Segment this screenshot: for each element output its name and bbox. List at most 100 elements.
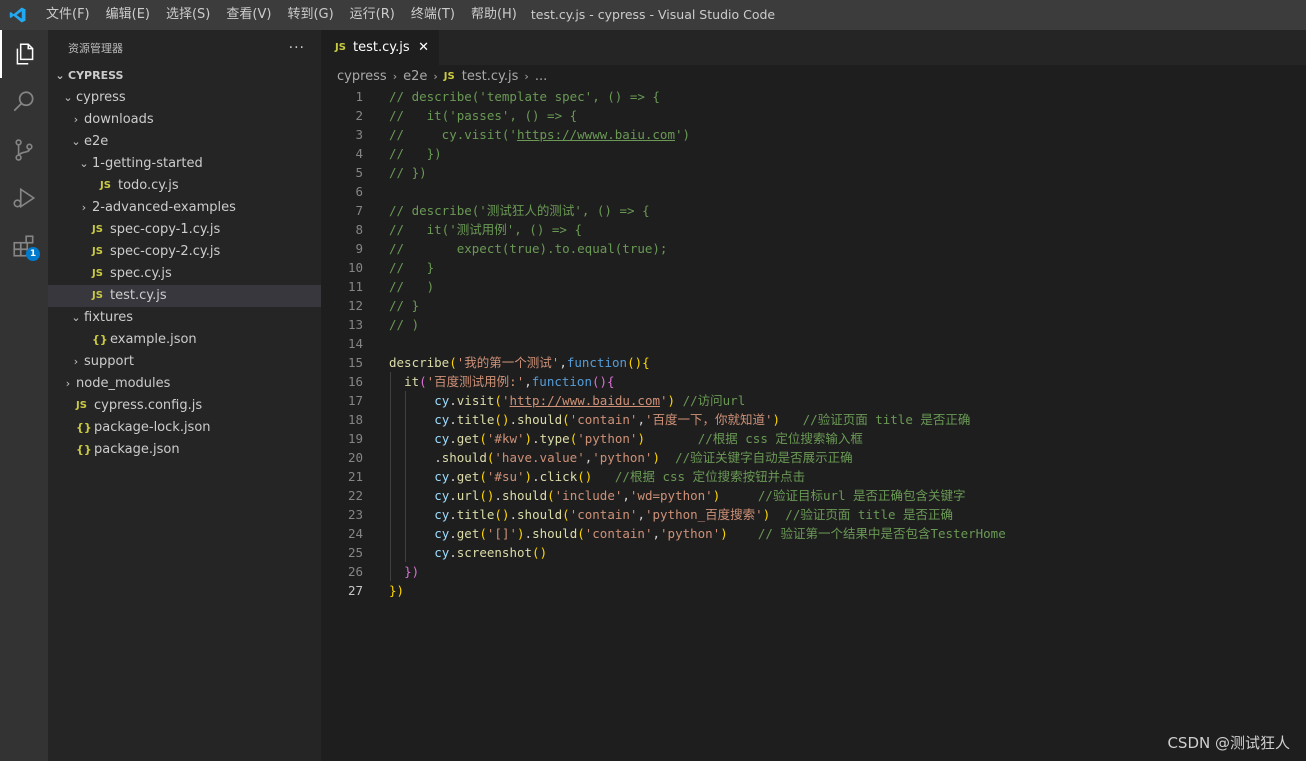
chevron-right-icon: › bbox=[73, 113, 79, 126]
code-line[interactable]: 25 cy.screenshot() bbox=[321, 543, 1306, 562]
tree-item-label: todo.cy.js bbox=[118, 178, 179, 193]
code-line[interactable]: 3 // cy.visit('https://wwww.baiu.com') bbox=[321, 125, 1306, 144]
chevron-right-icon: › bbox=[392, 69, 398, 83]
menu-terminal[interactable]: 终端(T) bbox=[403, 0, 463, 30]
code-line[interactable]: 8 // it('测试用例', () => { bbox=[321, 220, 1306, 239]
line-number: 14 bbox=[347, 336, 363, 351]
code-text: cy.get('#su').click() //根据 css 定位搜索按钮并点击 bbox=[434, 469, 806, 484]
tree-file[interactable]: JS spec.cy.js bbox=[48, 263, 321, 285]
js-file-icon: JS bbox=[92, 268, 103, 279]
code-line[interactable]: 27}) bbox=[321, 581, 1306, 600]
tree-item-label: spec.cy.js bbox=[110, 266, 172, 281]
tree-folder[interactable]: › 2-advanced-examples bbox=[48, 197, 321, 219]
code-text: describe('我的第一个测试',function(){ bbox=[389, 355, 650, 370]
chevron-down-icon: ⌄ bbox=[63, 91, 73, 104]
more-actions-icon[interactable]: ··· bbox=[289, 40, 305, 56]
explorer-title: 资源管理器 bbox=[68, 41, 123, 55]
breadcrumb-file[interactable]: test.cy.js bbox=[462, 69, 519, 84]
tree-item-label: 1-getting-started bbox=[92, 156, 203, 171]
code-line[interactable]: 19 cy.get('#kw').type('python') //根据 css… bbox=[321, 429, 1306, 448]
code-line[interactable]: 22 cy.url().should('include','wd=python'… bbox=[321, 486, 1306, 505]
tree-file[interactable]: JS spec-copy-2.cy.js bbox=[48, 241, 321, 263]
code-line[interactable]: 15 describe('我的第一个测试',function(){ bbox=[321, 353, 1306, 372]
code-editor[interactable]: 1 // describe('template spec', () => {2 //… bbox=[321, 87, 1306, 761]
menu-view[interactable]: 查看(V) bbox=[218, 0, 279, 30]
code-text: cy.get('[]').should('contain','python') … bbox=[434, 526, 1006, 541]
line-number: 20 bbox=[347, 450, 363, 465]
code-line[interactable]: 26 }) bbox=[321, 562, 1306, 581]
chevron-down-icon: ⌄ bbox=[55, 69, 65, 82]
code-text: // it('测试用例', () => { bbox=[389, 222, 582, 237]
tree-file[interactable]: JS todo.cy.js bbox=[48, 175, 321, 197]
code-line[interactable]: 24 cy.get('[]').should('contain','python… bbox=[321, 524, 1306, 543]
code-line[interactable]: 16 it('百度测试用例:',function(){ bbox=[321, 372, 1306, 391]
extensions-icon[interactable]: 1 bbox=[0, 222, 48, 270]
tree-item-label: package-lock.json bbox=[94, 420, 211, 435]
code-line[interactable]: 17 cy.visit('http://www.baidu.com') //访问… bbox=[321, 391, 1306, 410]
tree-folder[interactable]: ⌄ cypress bbox=[48, 87, 321, 109]
tab-test-cy-js[interactable]: JS test.cy.js ✕ bbox=[321, 30, 439, 65]
breadcrumb-symbol[interactable]: ... bbox=[535, 69, 547, 84]
tree-folder[interactable]: ⌄ 1-getting-started bbox=[48, 153, 321, 175]
breadcrumb-cypress[interactable]: cypress bbox=[337, 69, 387, 84]
code-line[interactable]: 21 cy.get('#su').click() //根据 css 定位搜索按钮… bbox=[321, 467, 1306, 486]
code-line[interactable]: 12 // } bbox=[321, 296, 1306, 315]
tree-folder[interactable]: › node_modules bbox=[48, 373, 321, 395]
code-line[interactable]: 18 cy.title().should('contain','百度一下，你就知… bbox=[321, 410, 1306, 429]
json-file-icon: {} bbox=[92, 333, 108, 346]
menu-bar: 文件(F) 编辑(E) 选择(S) 查看(V) 转到(G) 运行(R) 终端(T… bbox=[38, 0, 525, 30]
extensions-badge: 1 bbox=[26, 247, 40, 261]
code-line[interactable]: 13 // ) bbox=[321, 315, 1306, 334]
tree-folder[interactable]: › support bbox=[48, 351, 321, 373]
code-text: // expect(true).to.equal(true); bbox=[389, 241, 668, 256]
line-number: 13 bbox=[347, 317, 363, 332]
tree-folder[interactable]: ⌄ e2e bbox=[48, 131, 321, 153]
code-text: cy.url().should('include','wd=python') /… bbox=[434, 488, 966, 503]
code-line[interactable]: 11 // ) bbox=[321, 277, 1306, 296]
tree-file[interactable]: JS test.cy.js bbox=[48, 285, 321, 307]
breadcrumb-e2e[interactable]: e2e bbox=[403, 69, 427, 84]
title-bar: 文件(F) 编辑(E) 选择(S) 查看(V) 转到(G) 运行(R) 终端(T… bbox=[0, 0, 1306, 30]
code-line[interactable]: 20 .should('have.value','python') //验证关键… bbox=[321, 448, 1306, 467]
tree-file[interactable]: {} package-lock.json bbox=[48, 417, 321, 439]
code-line[interactable]: 4 // }) bbox=[321, 144, 1306, 163]
menu-help[interactable]: 帮助(H) bbox=[463, 0, 525, 30]
menu-go[interactable]: 转到(G) bbox=[279, 0, 341, 30]
menu-run[interactable]: 运行(R) bbox=[342, 0, 403, 30]
source-control-icon[interactable] bbox=[0, 126, 48, 174]
workspace-section-header[interactable]: ⌄ CYPRESS bbox=[48, 65, 321, 87]
menu-file[interactable]: 文件(F) bbox=[38, 0, 98, 30]
code-text: // ) bbox=[389, 317, 420, 332]
line-number: 24 bbox=[347, 526, 363, 541]
code-line[interactable]: 23 cy.title().should('contain','python_百… bbox=[321, 505, 1306, 524]
tree-item-label: node_modules bbox=[76, 376, 171, 391]
tree-folder[interactable]: ⌄ fixtures bbox=[48, 307, 321, 329]
code-text: cy.visit('http://www.baidu.com') //访问url bbox=[434, 393, 746, 408]
code-line[interactable]: 6 bbox=[321, 182, 1306, 201]
code-line[interactable]: 5 // }) bbox=[321, 163, 1306, 182]
code-line[interactable]: 2 // it('passes', () => { bbox=[321, 106, 1306, 125]
code-line[interactable]: 1 // describe('template spec', () => { bbox=[321, 87, 1306, 106]
code-text: cy.title().should('contain','百度一下，你就知道')… bbox=[434, 412, 971, 427]
explorer-icon[interactable] bbox=[0, 30, 48, 78]
tree-item-label: 2-advanced-examples bbox=[92, 200, 236, 215]
tree-file[interactable]: {} example.json bbox=[48, 329, 321, 351]
code-line[interactable]: 14 bbox=[321, 334, 1306, 353]
tree-folder[interactable]: › downloads bbox=[48, 109, 321, 131]
code-text: // describe('template spec', () => { bbox=[389, 89, 660, 104]
code-line[interactable]: 10 // } bbox=[321, 258, 1306, 277]
code-line[interactable]: 9 // expect(true).to.equal(true); bbox=[321, 239, 1306, 258]
close-icon[interactable]: ✕ bbox=[418, 40, 429, 55]
tree-file[interactable]: JS spec-copy-1.cy.js bbox=[48, 219, 321, 241]
code-text: // ) bbox=[389, 279, 435, 294]
code-line[interactable]: 7 // describe('测试狂人的测试', () => { bbox=[321, 201, 1306, 220]
search-icon[interactable] bbox=[0, 78, 48, 126]
menu-edit[interactable]: 编辑(E) bbox=[98, 0, 158, 30]
line-number: 15 bbox=[347, 355, 363, 370]
chevron-right-icon: › bbox=[65, 377, 71, 390]
tree-file[interactable]: {} package.json bbox=[48, 439, 321, 461]
menu-selection[interactable]: 选择(S) bbox=[158, 0, 218, 30]
tree-item-label: spec-copy-1.cy.js bbox=[110, 222, 221, 237]
run-debug-icon[interactable] bbox=[0, 174, 48, 222]
tree-file[interactable]: JS cypress.config.js bbox=[48, 395, 321, 417]
